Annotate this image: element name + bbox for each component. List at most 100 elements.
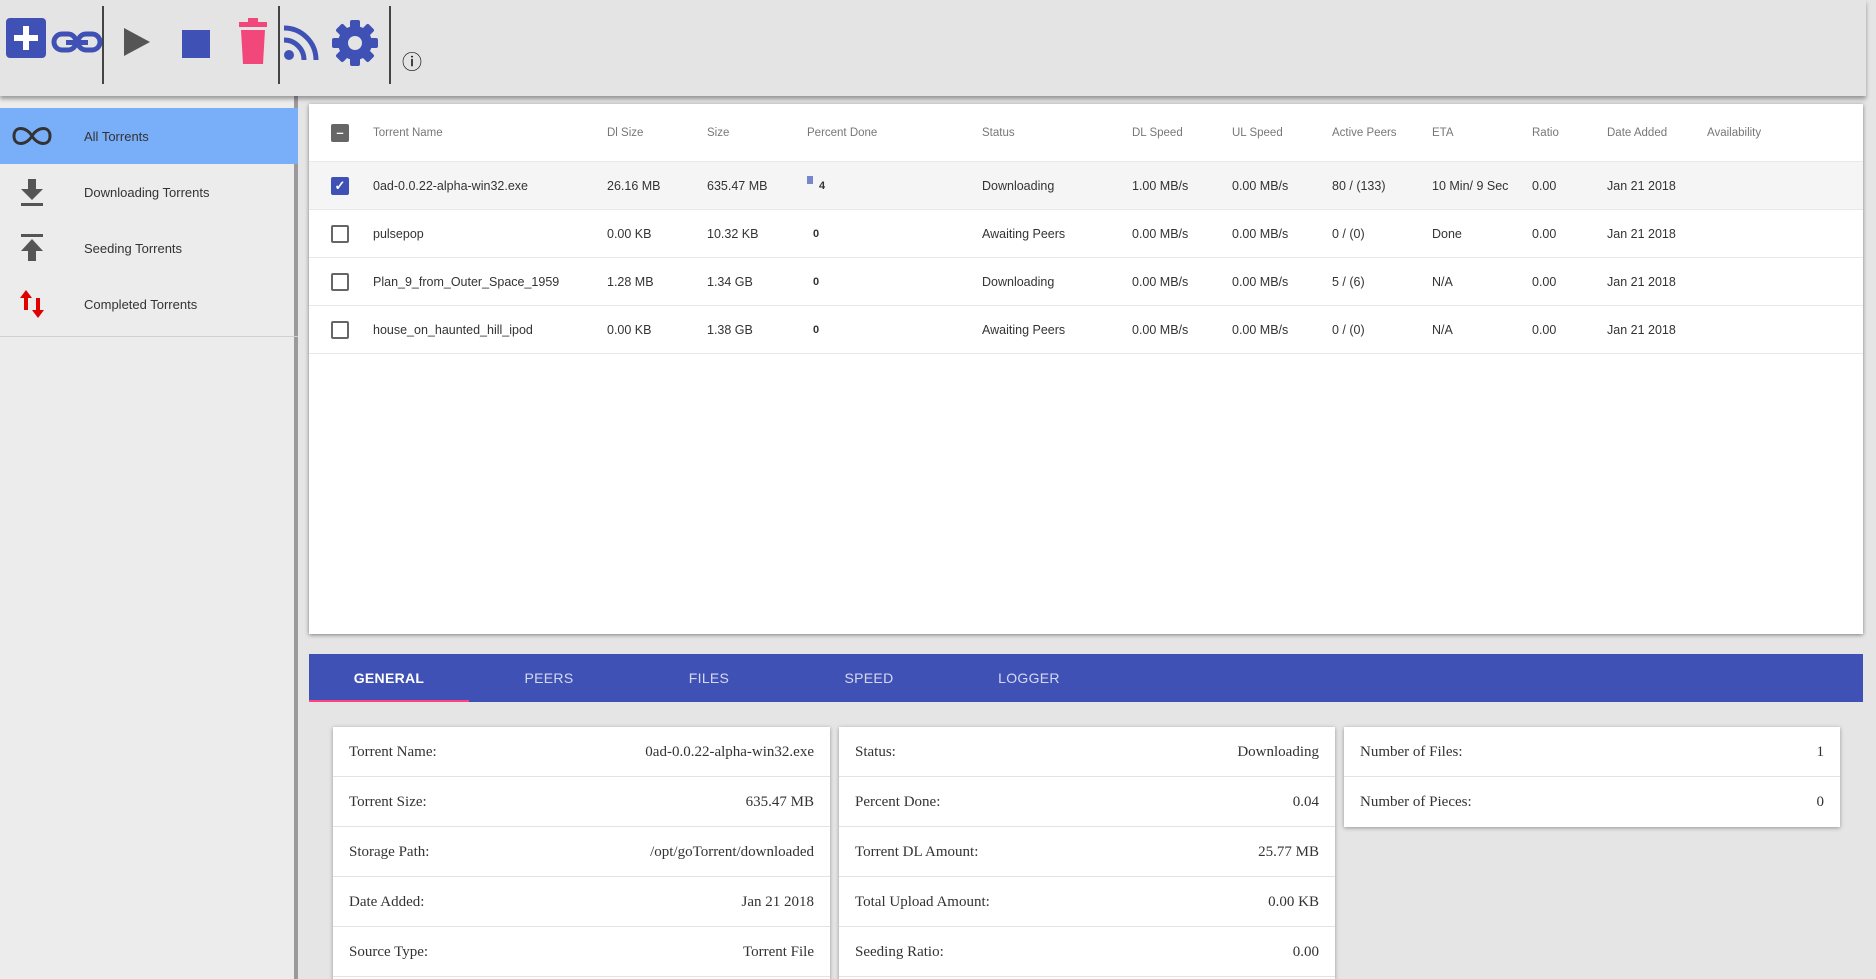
active-peers: 0 / (0) [1332,226,1365,241]
table-row[interactable]: house_on_haunted_hill_ipod 0.00 KB 1.38 … [309,306,1863,354]
info-button[interactable]: ⓘ [400,48,424,74]
column-header-dl-speed[interactable]: DL Speed [1132,104,1183,161]
row-checkbox[interactable] [331,273,349,291]
status-info-card: Status: Downloading Percent Done: 0.04 T… [839,727,1335,979]
info-value: 0.04 [1292,793,1319,810]
info-row-storage-path: Storage Path: /opt/goTorrent/downloaded [333,827,830,877]
column-header-eta[interactable]: ETA [1432,104,1454,161]
info-value: 0 [1816,793,1825,810]
status: Awaiting Peers [982,226,1066,241]
percent-done: 0 [807,258,819,305]
general-info-card: Torrent Name: 0ad-0.0.22-alpha-win32.exe… [333,727,830,979]
ratio: 0.00 [1532,178,1557,193]
row-checkbox[interactable] [331,225,349,243]
ul-speed: 0.00 MB/s [1232,322,1289,337]
percent-value: 0 [813,275,820,288]
info-key: Torrent DL Amount: [855,843,979,860]
dl-speed: 0.00 MB/s [1132,226,1189,241]
tab-files[interactable]: FILES [629,654,789,702]
column-header-date-added[interactable]: Date Added [1607,104,1667,161]
percent-bar [807,176,813,184]
rss-icon [283,25,319,61]
column-header-torrent-name[interactable]: Torrent Name [373,104,443,161]
info-icon: ⓘ [402,51,422,74]
sidebar-item-all-torrents[interactable]: All Torrents [0,108,298,164]
info-row-source-type: Source Type: Torrent File [333,927,830,977]
add-torrent-icon [6,18,46,58]
tab-speed[interactable]: SPEED [789,654,949,702]
column-header-ratio[interactable]: Ratio [1532,104,1559,161]
info-value: 0.00 [1292,943,1319,960]
percent-value: 0 [813,323,820,336]
date-added: Jan 21 2018 [1607,274,1676,289]
info-row-number-of-files: Number of Files: 1 [1344,727,1840,777]
date-added: Jan 21 2018 [1607,178,1676,193]
info-row-status: Status: Downloading [839,727,1335,777]
table-row[interactable]: Plan_9_from_Outer_Space_1959 1.28 MB 1.3… [309,258,1863,306]
trash-icon [239,18,267,64]
info-row-percent-done: Percent Done: 0.04 [839,777,1335,827]
size: 1.38 GB [707,322,753,337]
table-row[interactable]: pulsepop 0.00 KB 10.32 KB 0 Awaiting Pee… [309,210,1863,258]
sidebar-item-label: Downloading Torrents [84,184,210,200]
info-value: /opt/goTorrent/downloaded [650,843,814,860]
info-key: Number of Pieces: [1360,793,1472,810]
column-header-dl-size[interactable]: Dl Size [607,104,643,161]
column-header-ul-speed[interactable]: UL Speed [1232,104,1283,161]
info-row-number-of-pieces: Number of Pieces: 0 [1344,777,1840,827]
sidebar-item-downloading-torrents[interactable]: Downloading Torrents [0,164,298,220]
dl-speed: 0.00 MB/s [1132,274,1189,289]
column-header-size[interactable]: Size [707,104,729,161]
select-all-checkbox[interactable]: – [331,124,349,142]
sidebar-item-label: Seeding Torrents [84,240,183,256]
row-checkbox[interactable] [331,321,349,339]
info-value: 0ad-0.0.22-alpha-win32.exe [645,743,814,760]
dl-size: 0.00 KB [607,322,652,337]
column-header-availability[interactable]: Availability [1707,104,1761,161]
percent-value: 0 [813,227,820,240]
date-added: Jan 21 2018 [1607,226,1676,241]
start-torrent-button[interactable] [118,22,154,62]
info-key: Torrent Size: [349,793,427,810]
column-header-percent-done[interactable]: Percent Done [807,104,877,161]
tab-logger[interactable]: LOGGER [949,654,1109,702]
rss-feed-button[interactable] [280,20,324,64]
info-row-torrent-size: Torrent Size: 635.47 MB [333,777,830,827]
ul-speed: 0.00 MB/s [1232,274,1289,289]
infinity-icon [12,120,52,152]
sidebar: All Torrents Downloading Torrents Seedin… [0,96,298,979]
delete-torrent-button[interactable] [234,18,272,66]
table-row[interactable]: ✓ 0ad-0.0.22-alpha-win32.exe 26.16 MB 63… [309,162,1863,210]
stop-torrent-button[interactable] [178,26,214,62]
sidebar-item-seeding-torrents[interactable]: Seeding Torrents [0,220,298,276]
info-key: Status: [855,743,896,760]
dl-size: 1.28 MB [607,274,654,289]
column-header-status[interactable]: Status [982,104,1015,161]
percent-done: 0 [807,210,819,257]
sidebar-item-completed-torrents[interactable]: Completed Torrents [0,276,298,332]
info-key: Seeding Ratio: [855,943,944,960]
ratio: 0.00 [1532,226,1557,241]
status: Awaiting Peers [982,322,1066,337]
tab-peers[interactable]: PEERS [469,654,629,702]
tab-general[interactable]: GENERAL [309,654,469,702]
column-header-active-peers[interactable]: Active Peers [1332,104,1397,161]
torrent-name: pulsepop [373,226,424,241]
info-row-torrent-name: Torrent Name: 0ad-0.0.22-alpha-win32.exe [333,727,830,777]
settings-button[interactable] [330,18,380,68]
add-torrent-button[interactable] [6,18,46,58]
torrent-name: Plan_9_from_Outer_Space_1959 [373,274,560,289]
eta: N/A [1432,322,1453,337]
files-info-card: Number of Files: 1 Number of Pieces: 0 [1344,727,1840,827]
sidebar-divider [0,336,298,337]
sidebar-item-label: Completed Torrents [84,296,198,312]
stop-icon [182,30,210,58]
size: 10.32 KB [707,226,759,241]
date-added: Jan 21 2018 [1607,322,1676,337]
active-peers: 80 / (133) [1332,178,1386,193]
add-magnet-link-button[interactable] [50,22,104,62]
size: 1.34 GB [707,274,753,289]
row-checkbox[interactable]: ✓ [331,177,349,195]
active-peers: 0 / (0) [1332,322,1365,337]
percent-done: 4 [807,162,847,209]
